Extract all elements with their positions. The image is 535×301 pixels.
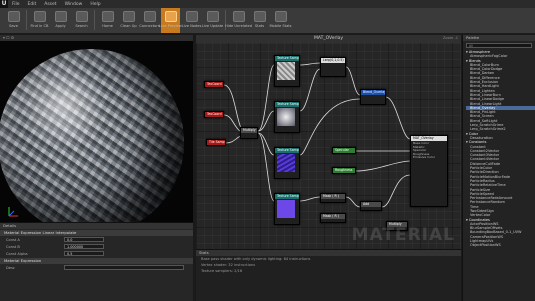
material-graph[interactable]: MAT_OVerlay Zoom -1 TexCoord TexCoord Ti… xyxy=(196,35,461,249)
texture-thumbnail xyxy=(277,200,295,218)
node-specular[interactable]: Specular xyxy=(332,147,356,154)
toolbar-button-label: Search xyxy=(75,24,88,28)
toolbar-button-label: Find in CB xyxy=(30,24,49,28)
prop-label: Desc xyxy=(6,265,15,270)
prop-const-alpha: Const Alpha 0.5 xyxy=(0,250,193,257)
stats-panel: Stats Base pass shader with only dynamic… xyxy=(196,249,461,301)
live-update-icon xyxy=(206,11,219,22)
palette-list: ▾ Atmosphere AtmosphericFogColor ▾ Blends B… xyxy=(463,50,535,248)
connectors-icon xyxy=(143,11,156,22)
find-icon xyxy=(33,11,46,22)
toolbar-button-live-nodes[interactable]: Live Nodes xyxy=(182,8,201,33)
apply-icon xyxy=(54,11,67,22)
preview-viewport[interactable]: ▾ ☐ ⚙ xyxy=(0,35,193,222)
viewport-header: ▾ ☐ ⚙ xyxy=(0,35,193,41)
palette-panel: Palette All ▾ Atmosphere AtmosphericFogCo… xyxy=(462,35,535,301)
toolbar-button-clean-up[interactable]: Clean Up xyxy=(119,8,138,33)
toolbar-button-live-preview[interactable]: Live Preview xyxy=(159,8,182,33)
cleanup-icon xyxy=(122,11,135,22)
prop-const-b: Const B 1.000000 xyxy=(0,243,193,250)
toolbar-button-label: Live Preview xyxy=(159,24,182,28)
toolbar-button-connectors[interactable]: Connectors xyxy=(139,8,160,33)
node-texcoord-2[interactable]: TexCoord xyxy=(204,111,224,118)
mobile-stats-icon xyxy=(274,11,287,22)
toolbar-button-hide-unrelated[interactable]: Hide Unrelated xyxy=(225,8,252,33)
node-mask-1[interactable]: Mask ( R ) xyxy=(320,193,346,203)
node-tile-sample[interactable]: Tile Sample xyxy=(206,139,226,146)
save-icon xyxy=(7,11,20,22)
palette-header: Palette xyxy=(463,35,535,41)
palette-search-input[interactable]: All xyxy=(466,43,532,48)
stats-icon xyxy=(253,11,266,22)
toolbar-button-save[interactable]: Save xyxy=(4,8,23,33)
toolbar-button-mobile-stats[interactable]: Mobile Stats xyxy=(269,8,292,33)
details-header: Details xyxy=(0,223,193,229)
palette-item[interactable]: ObjectPositionWS xyxy=(466,243,535,247)
toolbar-button-label: Connectors xyxy=(139,24,160,28)
details-panel: Details Material Expression Linear Inter… xyxy=(0,222,193,301)
node-texture-sample-4[interactable]: Texture Sample xyxy=(274,193,300,225)
toolbar-separator xyxy=(26,10,27,30)
toolbar-button-label: Stats xyxy=(254,24,265,28)
prop-value-input[interactable]: 0.0 xyxy=(64,237,104,242)
toolbar-button-label: Live Nodes xyxy=(181,24,202,28)
output-pins: Base Color Metallic Specular Roughness Emiss… xyxy=(413,141,436,160)
toolbar-button-live-update[interactable]: Live Update xyxy=(201,8,224,33)
toolbar: Save Find in CB Apply Search Home Clean Up Con… xyxy=(0,8,535,34)
node-material-output[interactable]: MAT_OVerlay Base Color Metallic Specular Ro… xyxy=(410,135,448,207)
toolbar-button-home[interactable]: Home xyxy=(98,8,117,33)
prop-value-input[interactable] xyxy=(64,265,184,270)
node-add[interactable]: Add xyxy=(360,201,382,211)
toolbar-button-label: Live Update xyxy=(201,24,224,28)
preview-sphere[interactable] xyxy=(0,49,184,222)
prop-label: Const Alpha xyxy=(6,251,28,256)
menu-window[interactable]: Window xyxy=(61,2,87,7)
toolbar-separator xyxy=(94,10,95,30)
prop-value-input[interactable]: 1.000000 xyxy=(64,244,104,249)
menu-file[interactable]: File xyxy=(8,2,24,7)
toolbar-button-label: Home xyxy=(102,24,113,28)
unreal-logo-icon: U xyxy=(0,0,8,8)
menu-bar: U File Edit Asset Window Help xyxy=(0,0,535,8)
node-texture-sample-1[interactable]: Texture Sample xyxy=(274,55,300,87)
node-texcoord-1[interactable]: TexCoord xyxy=(204,81,224,88)
material-watermark: MATERIAL xyxy=(351,225,455,245)
node-roughness[interactable]: Roughness xyxy=(332,167,356,174)
menu-help[interactable]: Help xyxy=(86,2,104,7)
toolbar-button-stats[interactable]: Stats xyxy=(250,8,269,33)
node-multiply-1[interactable]: Multiply xyxy=(240,127,258,139)
hide-unrelated-icon xyxy=(232,11,245,22)
prop-label: Const A xyxy=(6,237,20,242)
toolbar-button-label: Apply xyxy=(55,24,66,28)
search-icon xyxy=(75,11,88,22)
prop-desc: Desc xyxy=(0,264,193,271)
texture-thumbnail xyxy=(277,108,295,126)
node-texture-sample-3[interactable]: Texture Sample xyxy=(274,147,300,179)
node-mask-2[interactable]: Mask ( R ) xyxy=(320,213,346,223)
texture-thumbnail xyxy=(277,62,295,80)
toolbar-button-label: Clean Up xyxy=(120,24,137,28)
node-blend-overlay[interactable]: Blend_Overlay xyxy=(360,89,386,105)
toolbar-button-label: Mobile Stats xyxy=(269,24,292,28)
prop-const-a: Const A 0.0 xyxy=(0,236,193,243)
toolbar-button-search[interactable]: Search xyxy=(72,8,91,33)
node-texture-sample-2[interactable]: Texture Sample xyxy=(274,101,300,133)
menu-asset[interactable]: Asset xyxy=(40,2,60,7)
toolbar-button-find-in-cb[interactable]: Find in CB xyxy=(30,8,49,33)
live-preview-icon xyxy=(164,11,177,22)
node-lerp[interactable]: Lerp(0,1,0.5) xyxy=(320,57,346,77)
prop-value-input[interactable]: 0.5 xyxy=(64,251,104,256)
toolbar-button-apply[interactable]: Apply xyxy=(51,8,70,33)
menu-edit[interactable]: Edit xyxy=(24,2,41,7)
prop-label: Const B xyxy=(6,244,20,249)
toolbar-button-label: Hide Unrelated xyxy=(225,24,252,28)
home-icon xyxy=(101,11,114,22)
toolbar-button-label: Save xyxy=(9,24,18,28)
stats-line: Texture samplers: 2/16 xyxy=(201,269,243,273)
texture-thumbnail xyxy=(277,154,295,172)
live-nodes-icon xyxy=(185,11,198,22)
axis-gizmo-icon xyxy=(8,207,18,217)
